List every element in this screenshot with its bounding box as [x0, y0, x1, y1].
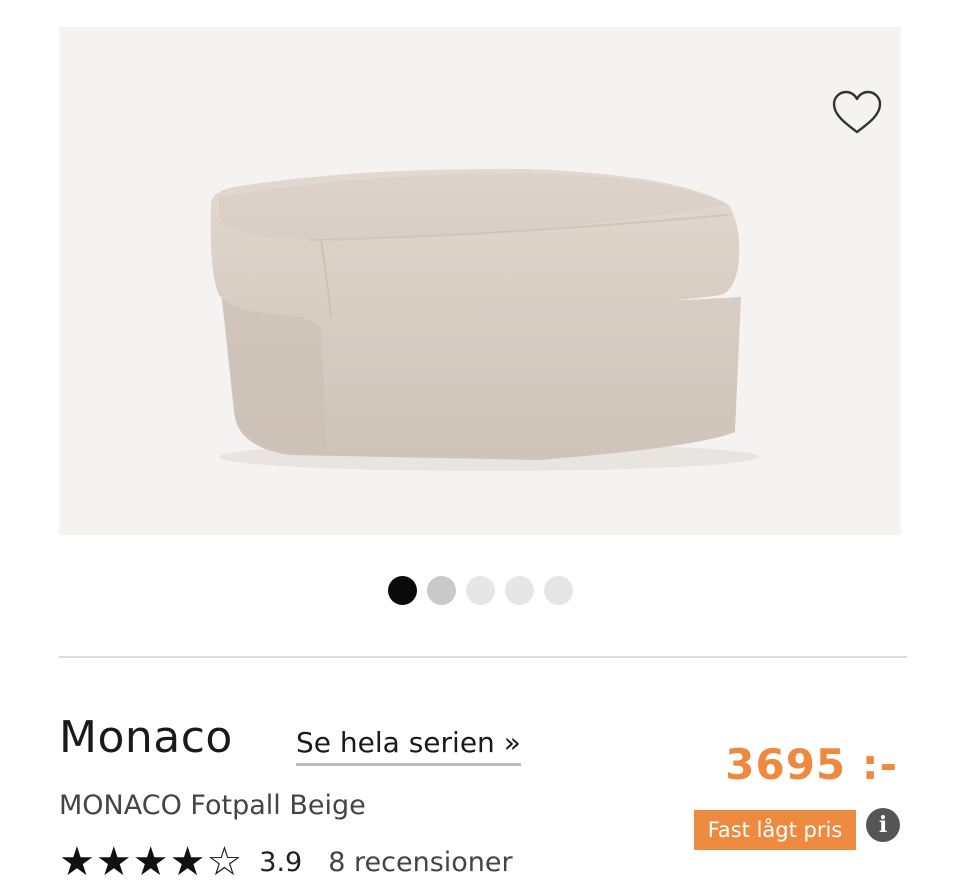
gallery-dot-4[interactable]	[504, 576, 534, 605]
product-full-name: MONACO Fotpall Beige	[59, 790, 366, 821]
product-image	[210, 168, 759, 471]
reviews-count-link[interactable]: 8 recensioner	[328, 847, 512, 878]
gallery-dot-5[interactable]	[543, 576, 573, 605]
gallery-pagination	[0, 576, 960, 605]
price-badge: Fast lågt pris	[694, 810, 856, 850]
section-divider	[59, 656, 907, 658]
see-full-series-link[interactable]: Se hela serien »	[296, 726, 521, 766]
product-price: 3695 :-	[725, 740, 898, 789]
product-series-title: Monaco	[59, 712, 233, 763]
gallery-dot-3[interactable]	[465, 576, 495, 605]
star-filled-icon: ★	[95, 839, 132, 885]
star-filled-icon: ★	[169, 839, 206, 885]
gallery-dot-2[interactable]	[426, 576, 456, 605]
product-image-gallery[interactable]	[59, 27, 901, 535]
product-rating[interactable]: ★ ★ ★ ★ ☆ 3.9 8 recensioner	[59, 840, 513, 884]
star-filled-icon: ★	[59, 839, 95, 885]
rating-value: 3.9	[259, 846, 303, 878]
info-icon[interactable]: i	[866, 808, 900, 842]
star-filled-icon: ★	[132, 839, 169, 885]
wishlist-heart-icon[interactable]	[831, 89, 883, 137]
gallery-dot-1[interactable]	[387, 576, 417, 605]
star-empty-icon: ☆	[206, 839, 243, 885]
